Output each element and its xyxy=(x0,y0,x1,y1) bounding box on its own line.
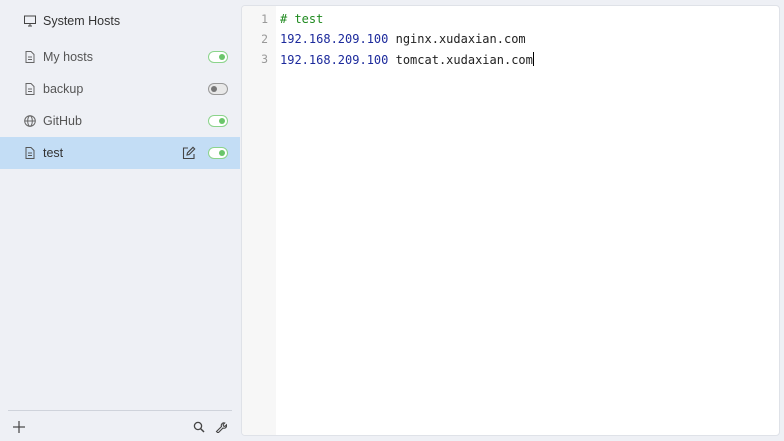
file-icon xyxy=(24,51,36,63)
file-icon xyxy=(24,83,36,95)
system-hosts-label: System Hosts xyxy=(43,14,121,28)
add-icon[interactable] xyxy=(12,420,26,434)
sidebar-toolbar xyxy=(8,410,232,441)
enable-toggle[interactable] xyxy=(208,51,228,63)
sidebar-item-github[interactable]: GitHub xyxy=(0,105,240,137)
code-line: 192.168.209.100 tomcat.xudaxian.com xyxy=(280,52,534,67)
line-number: 2 xyxy=(261,32,268,46)
line-number: 1 xyxy=(261,12,268,26)
globe-icon xyxy=(24,115,36,127)
sidebar: System Hosts My hosts backup GitHub test xyxy=(0,0,240,441)
ip-address: 192.168.209.100 xyxy=(280,53,389,67)
enable-toggle[interactable] xyxy=(208,83,228,95)
sidebar-item-backup[interactable]: backup xyxy=(0,73,240,105)
sidebar-item-my-hosts[interactable]: My hosts xyxy=(0,41,240,73)
hostname: tomcat.xudaxian.com xyxy=(388,53,533,67)
enable-toggle[interactable] xyxy=(208,147,228,159)
line-number-gutter: 1 2 3 xyxy=(242,6,276,435)
system-hosts-item[interactable]: System Hosts xyxy=(0,8,240,34)
ip-address: 192.168.209.100 xyxy=(280,32,389,46)
code-comment: # test xyxy=(280,12,324,26)
search-icon[interactable] xyxy=(193,421,205,433)
file-icon xyxy=(24,147,36,159)
sidebar-item-test[interactable]: test xyxy=(0,137,240,169)
monitor-icon xyxy=(24,15,36,27)
code-line: 192.168.209.100 nginx.xudaxian.com xyxy=(280,32,526,46)
hosts-editor[interactable]: 1 2 3 # test 192.168.209.100 nginx.xudax… xyxy=(241,5,780,436)
wrench-icon[interactable] xyxy=(215,421,227,433)
text-cursor xyxy=(532,52,534,66)
line-number: 3 xyxy=(261,52,268,66)
enable-toggle[interactable] xyxy=(208,115,228,127)
hostname: nginx.xudaxian.com xyxy=(388,32,526,46)
code-line: # test xyxy=(280,12,323,26)
edit-icon[interactable] xyxy=(182,146,196,160)
hosts-list: My hosts backup GitHub test xyxy=(0,41,240,169)
